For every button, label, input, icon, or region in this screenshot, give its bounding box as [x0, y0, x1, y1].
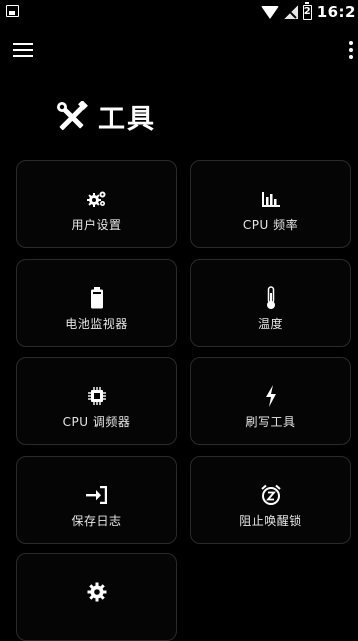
signal-icon	[283, 5, 298, 19]
tool-card-cpu-frequency[interactable]: CPU 频率	[190, 160, 351, 248]
tool-card-label: 电池监视器	[65, 317, 128, 331]
tool-card-label: 刷写工具	[245, 415, 296, 429]
tool-card-block-wakelocks[interactable]: 阻止唤醒锁	[190, 456, 351, 544]
tool-card-temperature[interactable]: 温度	[190, 259, 351, 347]
tool-card-user-settings[interactable]: 用户设置	[16, 160, 177, 248]
tool-card-label: 保存日志	[71, 514, 122, 528]
page-title: 工具	[98, 104, 156, 135]
bar-chart-icon	[261, 192, 280, 207]
login-arrow-icon	[85, 486, 107, 504]
tool-card-save-logs[interactable]: 保存日志	[16, 456, 177, 544]
battery-icon	[90, 287, 103, 309]
hamburger-menu-icon[interactable]	[13, 43, 33, 57]
tool-card-flash-tools[interactable]: 刷写工具	[190, 357, 351, 445]
tool-card-battery-monitor[interactable]: 电池监视器	[16, 259, 177, 347]
tool-card-label: CPU 调频器	[62, 415, 131, 429]
tool-card-label: 用户设置	[71, 218, 122, 232]
snooze-alarm-icon	[260, 484, 281, 505]
tool-card-label: 温度	[257, 317, 283, 331]
chip-icon	[87, 387, 106, 405]
flash-icon	[265, 385, 276, 407]
battery-status-icon: 2	[302, 1, 312, 20]
image-notification-icon	[6, 5, 19, 17]
tool-card-label: CPU 频率	[242, 218, 299, 232]
tool-card-settings[interactable]	[16, 553, 177, 641]
tool-card-label: 阻止唤醒锁	[239, 514, 302, 528]
settings-gears-icon	[86, 191, 105, 207]
gear-icon	[87, 582, 106, 602]
status-bar: 2 16:2	[0, 0, 358, 24]
tool-card-cpu-governor[interactable]: CPU 调频器	[16, 357, 177, 445]
tools-icon	[57, 100, 88, 130]
more-vertical-icon[interactable]	[348, 41, 354, 59]
thermometer-icon	[266, 286, 275, 309]
status-time: 16:2	[316, 3, 356, 21]
wifi-icon	[260, 5, 279, 19]
page-header: 工具	[56, 97, 156, 136]
